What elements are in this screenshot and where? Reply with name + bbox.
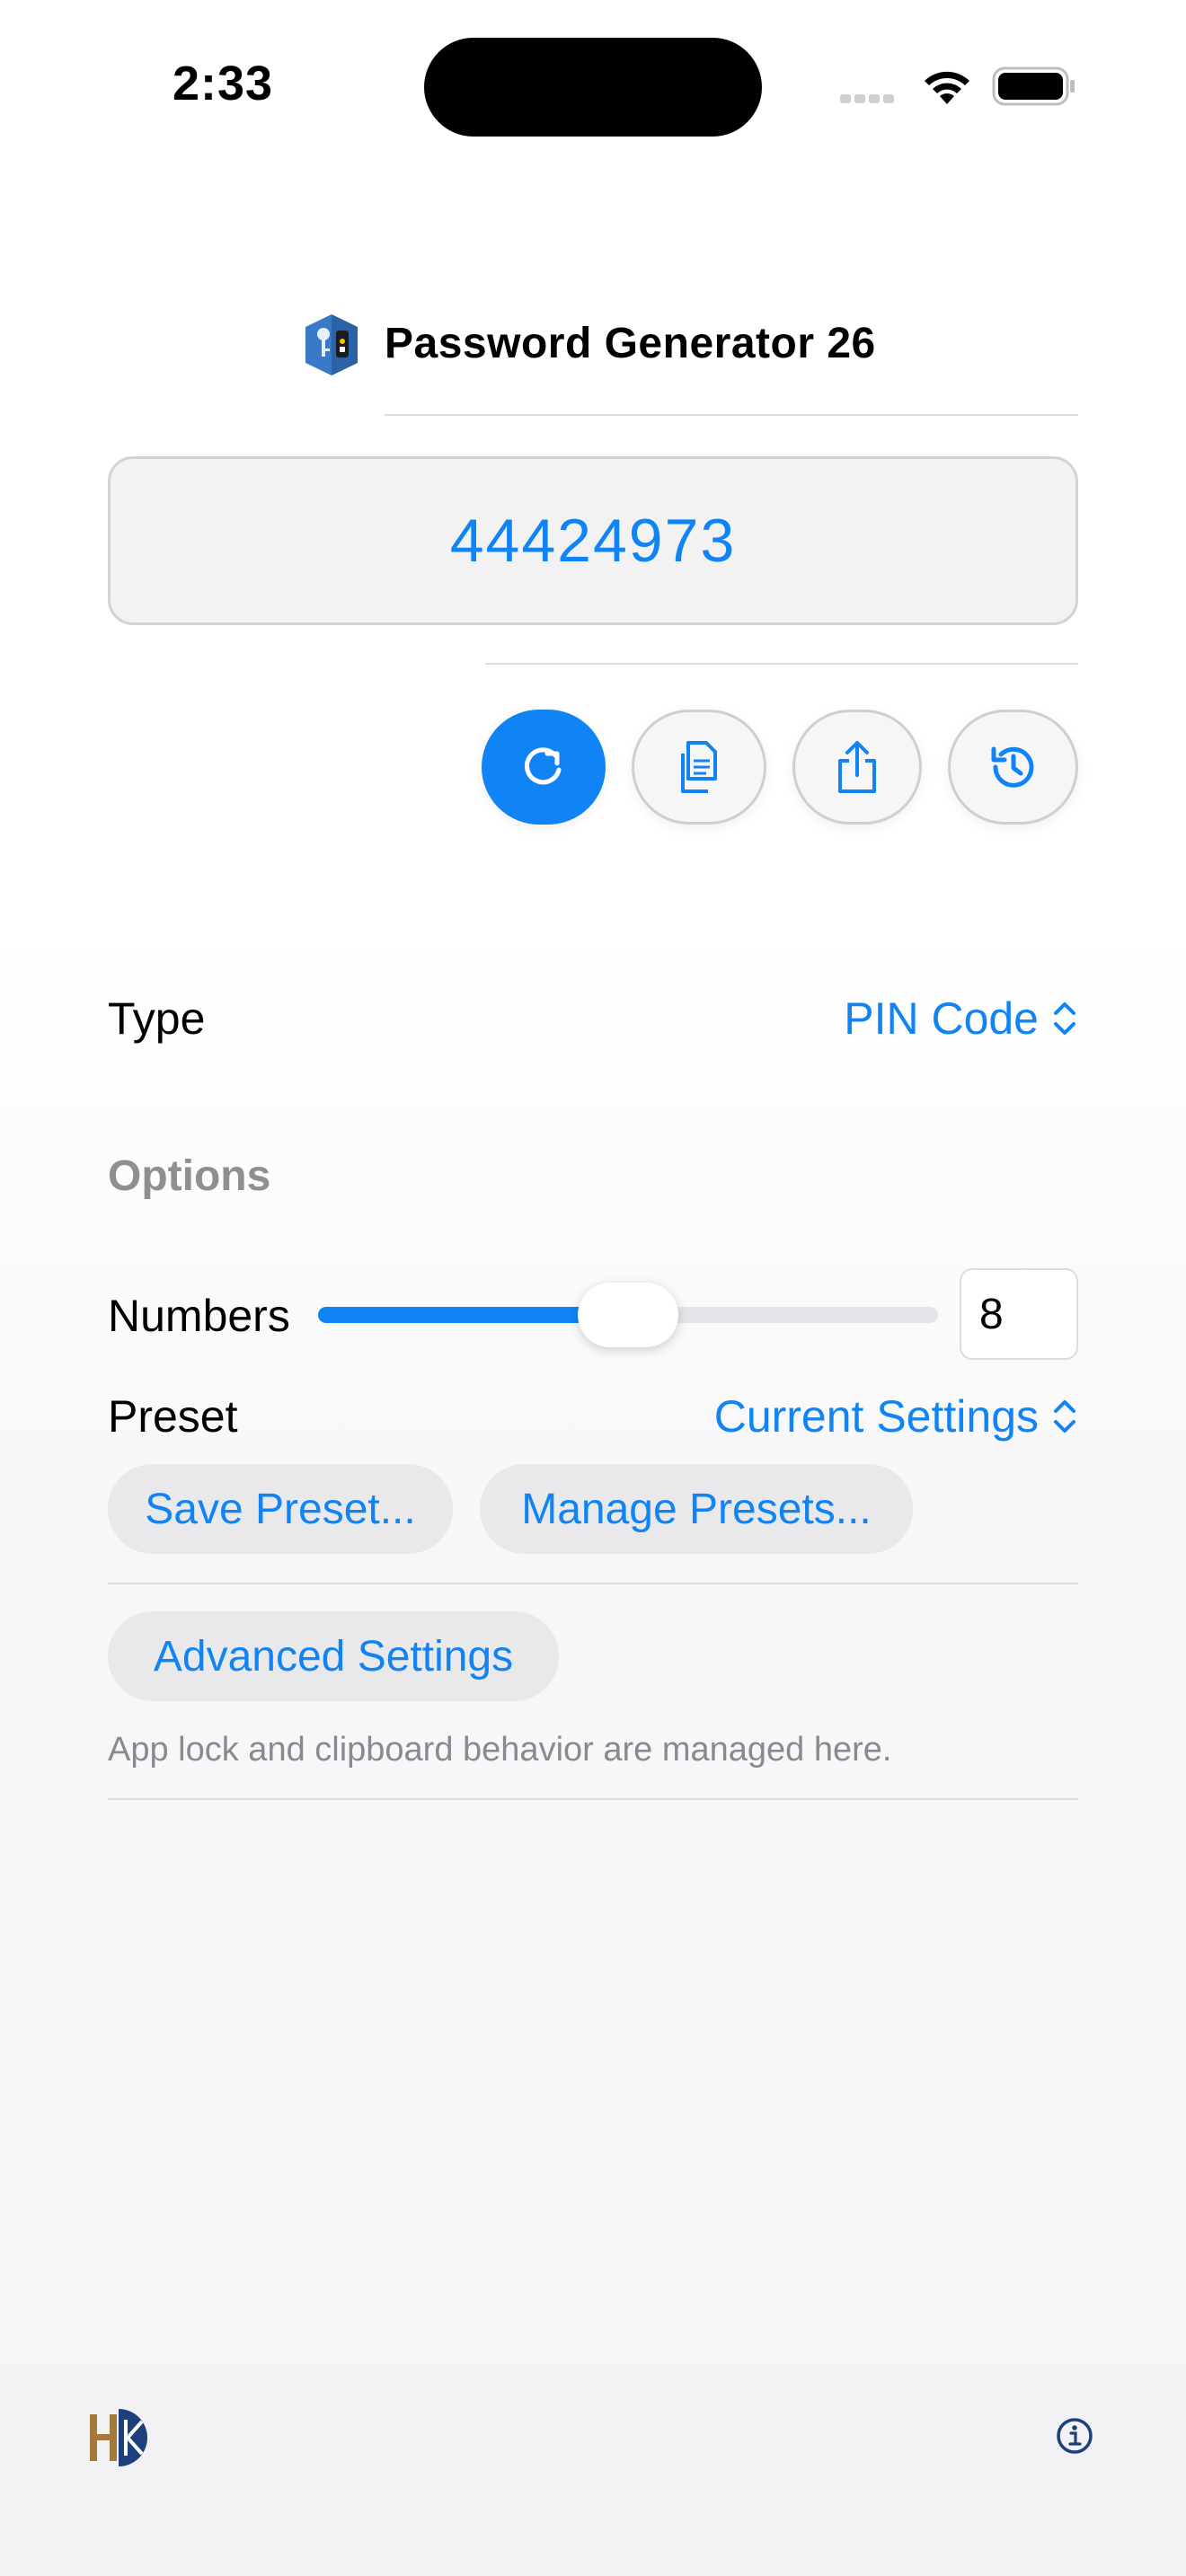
wifi-icon (925, 71, 969, 104)
options-divider (108, 1583, 1078, 1584)
numbers-field[interactable]: 8 (960, 1268, 1078, 1360)
share-button[interactable] (792, 710, 922, 825)
type-value: PIN Code (844, 993, 1039, 1044)
header-divider (385, 414, 1078, 416)
status-time: 2:33 (173, 57, 274, 110)
regenerate-button[interactable] (482, 710, 606, 825)
password-value[interactable]: 44424973 (450, 506, 737, 576)
preset-value: Current Settings (713, 1391, 1039, 1442)
hk-logo[interactable] (86, 2404, 151, 2472)
password-field[interactable]: 44424973 (108, 456, 1078, 625)
refresh-icon (525, 747, 562, 785)
save-preset-button[interactable]: Save Preset... (108, 1464, 453, 1554)
bottom-bar (0, 2364, 1186, 2576)
battery-icon (992, 66, 1075, 106)
info-icon[interactable] (1055, 2416, 1094, 2456)
app-title: Password Generator 26 (385, 320, 876, 367)
type-picker[interactable]: PIN Code (844, 992, 1078, 1045)
screen: 2:33 Password Generator 26 44424973 Type… (0, 0, 1186, 2576)
footnote-divider (108, 1798, 1078, 1800)
dynamic-island (424, 38, 762, 137)
copy-icon (681, 741, 717, 793)
copy-button[interactable] (632, 710, 766, 825)
manage-presets-button[interactable]: Manage Presets... (480, 1464, 913, 1554)
options-heading: Options (108, 1152, 271, 1200)
chevron-up-down-icon (1054, 1002, 1075, 1035)
chevron-up-down-icon (1054, 1400, 1075, 1433)
password-divider (485, 663, 1078, 665)
app-icon (305, 314, 358, 375)
share-icon (838, 741, 876, 793)
advanced-footnote: App lock and clipboard behavior are mana… (108, 1731, 892, 1769)
preset-picker[interactable]: Current Settings (714, 1390, 1078, 1442)
slider-knob[interactable] (578, 1283, 678, 1347)
advanced-settings-button[interactable]: Advanced Settings (108, 1611, 559, 1701)
type-label: Type (108, 993, 206, 1044)
history-icon (991, 746, 1033, 788)
numbers-label: Numbers (108, 1291, 290, 1341)
history-button[interactable] (948, 710, 1078, 825)
preset-label: Preset (108, 1391, 238, 1442)
cellular-signal-icon (840, 92, 898, 108)
